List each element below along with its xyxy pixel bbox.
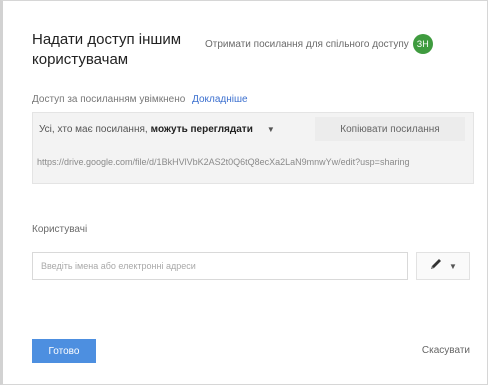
learn-more-link[interactable]: Докладніше: [192, 94, 248, 105]
pencil-icon: [429, 257, 443, 276]
permission-prefix: Усі, хто має посилання,: [39, 123, 148, 135]
link-card: Усі, хто має посилання, можуть перегляда…: [32, 112, 474, 184]
people-label: Користувачі: [32, 224, 88, 235]
dialog-title: Надати доступ іншим користувачам: [32, 31, 182, 68]
chevron-down-icon: ▼: [266, 124, 275, 134]
link-access-status: Доступ за посиланням увімкнено Докладніш…: [32, 94, 248, 105]
access-label: Доступ за посиланням увімкнено: [32, 94, 186, 105]
permission-select[interactable]: Усі, хто має посилання, можуть перегляда…: [33, 117, 298, 141]
chevron-down-icon: ▼: [449, 261, 457, 271]
copy-link-button[interactable]: Копіювати посилання: [315, 117, 465, 141]
people-input[interactable]: [32, 252, 408, 280]
avatar[interactable]: ЗН: [412, 34, 433, 54]
get-shareable-link[interactable]: Отримати посилання для спільного доступу: [205, 39, 409, 50]
cancel-link[interactable]: Скасувати: [422, 345, 470, 356]
permission-dropdown-button[interactable]: ▼: [416, 252, 470, 280]
permission-level: можуть переглядати: [150, 123, 253, 135]
advanced-row: Отримати посилання для спільного доступу…: [205, 34, 433, 54]
done-button[interactable]: Готово: [32, 339, 96, 363]
share-url-field[interactable]: [37, 153, 469, 171]
